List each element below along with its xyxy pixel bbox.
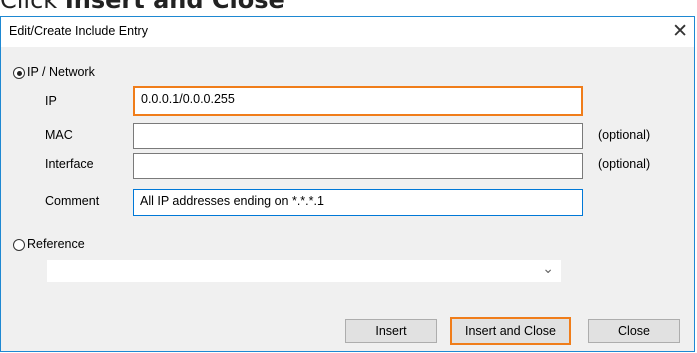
comment-label: Comment: [45, 194, 100, 208]
banner-prefix: Click: [0, 0, 65, 14]
title-bar: Edit/Create Include Entry ✕: [1, 17, 694, 47]
reference-radio-label: Reference: [27, 237, 85, 251]
ip-network-radio-label: IP / Network: [27, 65, 95, 79]
ip-field[interactable]: 0.0.0.1/0.0.0.255: [133, 86, 583, 116]
instruction-banner: Click Insert and Close: [0, 0, 285, 16]
interface-label: Interface: [45, 157, 94, 171]
banner-emphasis: Insert and Close: [64, 0, 285, 14]
comment-field[interactable]: All IP addresses ending on *.*.*.1: [133, 189, 583, 216]
mac-label: MAC: [45, 128, 73, 142]
interface-optional-hint: (optional): [598, 157, 651, 171]
reference-radio[interactable]: [13, 239, 25, 251]
ip-label: IP: [45, 94, 57, 108]
edit-include-entry-dialog: Edit/Create Include Entry ✕ IP / Network…: [0, 16, 695, 352]
reference-select[interactable]: ⌄: [47, 260, 561, 282]
insert-button[interactable]: Insert: [345, 319, 437, 343]
insert-and-close-button[interactable]: Insert and Close: [450, 317, 571, 345]
interface-field[interactable]: [133, 153, 583, 179]
window-title: Edit/Create Include Entry: [9, 24, 148, 38]
chevron-down-icon: ⌄: [542, 261, 554, 277]
ip-network-radio[interactable]: [13, 67, 25, 79]
close-button[interactable]: Close: [588, 319, 680, 343]
mac-field[interactable]: [133, 123, 583, 149]
close-icon[interactable]: ✕: [672, 20, 688, 42]
mac-optional-hint: (optional): [598, 128, 651, 142]
